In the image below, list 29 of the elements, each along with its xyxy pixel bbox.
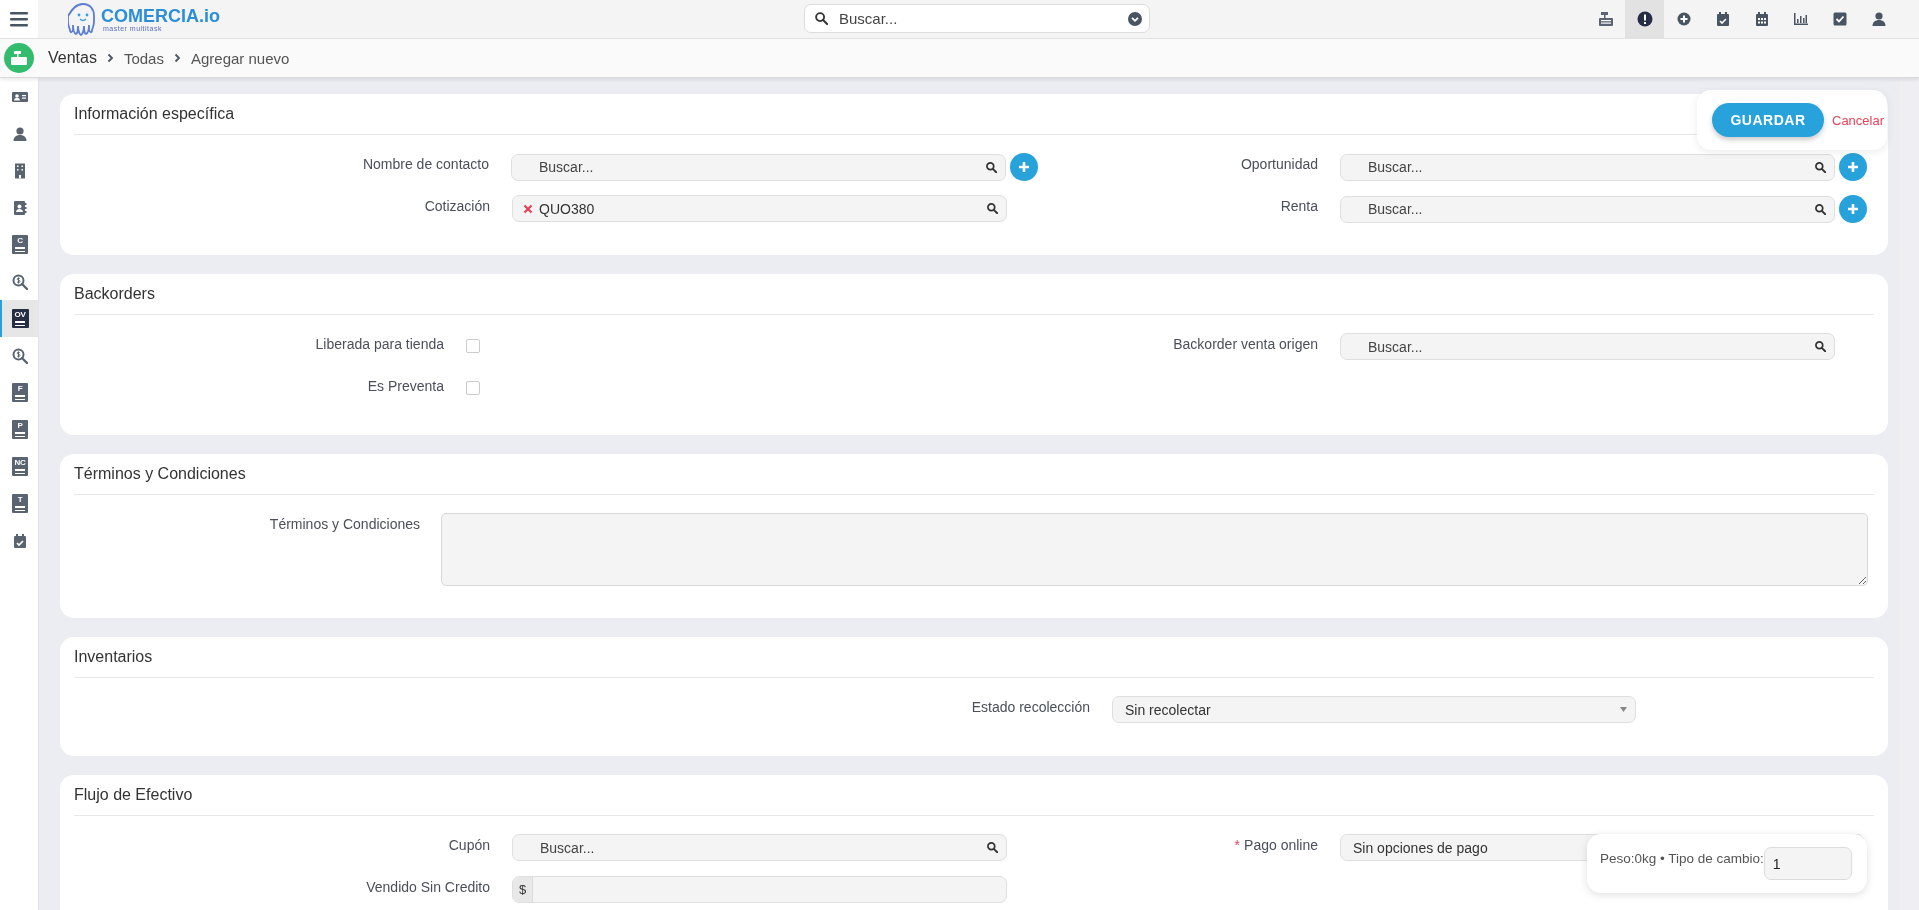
- field-label: Cotización: [424, 198, 490, 214]
- field-label: Renta: [1280, 198, 1318, 214]
- document-icon: F: [12, 383, 28, 402]
- field-label: Backorder venta origen: [1173, 336, 1318, 352]
- document-icon: C: [12, 235, 28, 254]
- select-value: Sin opciones de pago: [1353, 839, 1488, 856]
- currency-prefix: $: [513, 877, 533, 902]
- field-label: Liberada para tienda: [315, 336, 444, 352]
- required-mark: *: [1234, 837, 1241, 853]
- selected-value: QUO380: [539, 200, 595, 217]
- section-title: Flujo de Efectivo: [74, 775, 1874, 816]
- logo-wordmark: COMERCIA.io: [101, 6, 220, 25]
- document-icon: P: [12, 420, 28, 439]
- field-label: Términos y Condiciones: [269, 516, 420, 532]
- document-icon: T: [12, 494, 28, 513]
- field-label: Oportunidad: [1240, 156, 1318, 172]
- document-icon: OV: [11, 309, 29, 328]
- document-icon: NC: [12, 457, 28, 476]
- field-label: Pago online: [1244, 837, 1318, 853]
- section-title: Backorders: [74, 274, 1874, 315]
- section-title: Inventarios: [74, 637, 1874, 678]
- section-title: Términos y Condiciones: [74, 454, 1874, 495]
- field-label: Vendido Sin Credito: [366, 879, 490, 895]
- select-value: Sin recolectar: [1125, 701, 1211, 718]
- field-label: Nombre de contacto: [362, 156, 489, 172]
- field-label: Es Preventa: [367, 378, 444, 394]
- field-label: Cupón: [448, 837, 490, 853]
- field-label: Estado recolección: [971, 699, 1090, 715]
- summary-text: Peso:0kg • Tipo de cambio:: [1600, 851, 1764, 866]
